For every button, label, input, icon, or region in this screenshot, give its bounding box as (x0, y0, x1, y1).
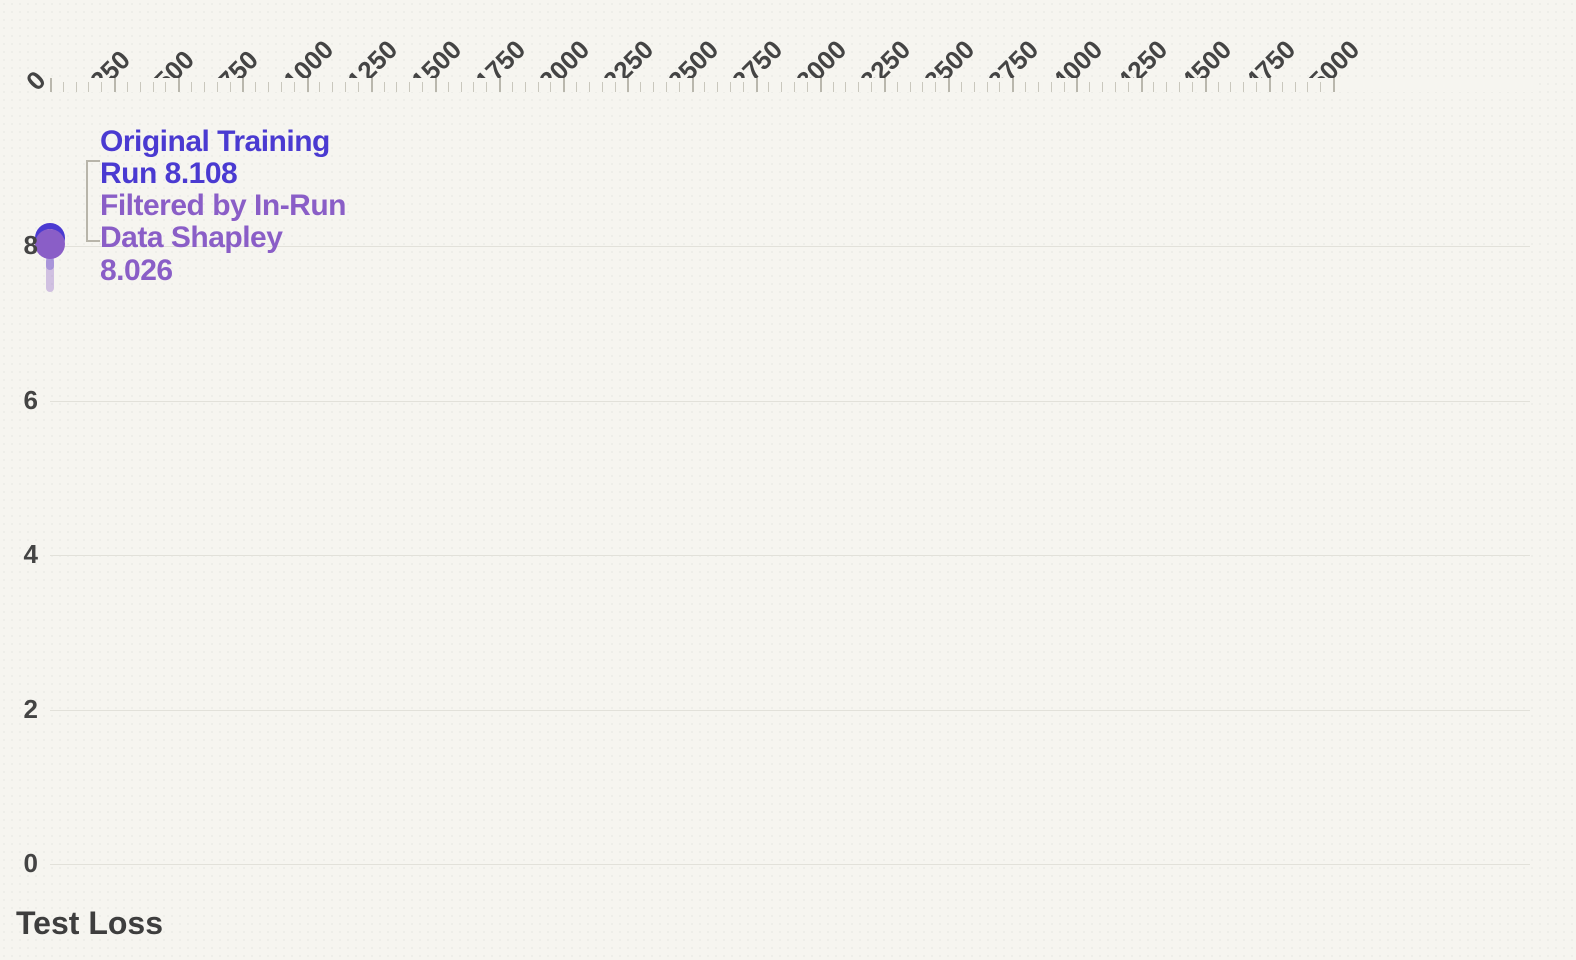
y-tick-label: 2 (16, 694, 38, 725)
y-tick-label: 0 (16, 848, 38, 879)
chart-title: Test Loss (16, 905, 163, 942)
marker-filtered (35, 229, 65, 259)
series2-line1: Filtered by In-Run (100, 189, 346, 222)
y-tick-label: 4 (16, 539, 38, 570)
x-tick-label: 0 (20, 65, 52, 97)
series-label-filtered: Filtered by In-Run Data Shapley 8.026 (100, 190, 346, 287)
series2-line2: Data Shapley (100, 221, 282, 254)
x-axis-ruler (50, 78, 1538, 92)
callout-bracket (86, 160, 100, 242)
loss-chart: 0250500750100012501500175020002250250027… (0, 0, 1576, 960)
series1-line2: Run 8.108 (100, 157, 237, 190)
y-tick-label: 8 (16, 230, 38, 261)
series-label-original: Original Training Run 8.108 (100, 126, 330, 191)
series2-line3: 8.026 (100, 254, 173, 287)
series1-line1: Original Training (100, 125, 330, 158)
y-tick-label: 6 (16, 385, 38, 416)
